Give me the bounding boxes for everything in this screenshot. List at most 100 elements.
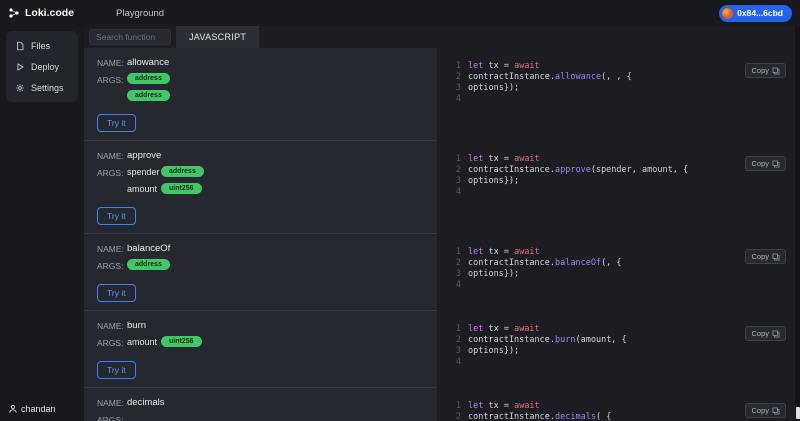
sidebar-item-settings[interactable]: Settings — [9, 77, 75, 98]
try-it-button[interactable]: Try it — [97, 114, 136, 132]
copy-label: Copy — [751, 406, 769, 415]
function-details: NAME: allowance ARGS: address address Try it — [84, 48, 437, 141]
try-it-button[interactable]: Try it — [97, 284, 136, 302]
app-header: Loki.code Playground 0x84...6cbd — [0, 0, 800, 26]
try-it-button[interactable]: Try it — [97, 361, 136, 379]
user-info[interactable]: chandan — [8, 404, 56, 414]
function-details: NAME: burn ARGS: amount uint256 Try it — [84, 311, 437, 388]
code-snippet: 1 let tx = await 2 contractInstance.approve… — [451, 154, 795, 198]
name-label: NAME: — [97, 398, 124, 408]
tab-javascript[interactable]: JAVASCRIPT — [176, 26, 260, 48]
line-number: 2 — [455, 72, 461, 82]
main-topbar: JAVASCRIPT — [84, 26, 795, 48]
line-number: 1 — [455, 324, 461, 334]
wallet-address-button[interactable]: 0x84...6cbd — [719, 4, 792, 22]
copy-label: Copy — [751, 159, 769, 168]
code-line: 4 — [451, 280, 795, 291]
function-details: NAME: approve ARGS: spender address amount uin… — [84, 141, 437, 234]
arg-row: address — [127, 259, 170, 270]
function-row: NAME:decimalsARGS:Try it1let tx = await2… — [84, 388, 795, 421]
name-label: NAME: — [97, 151, 124, 161]
line-number: 2 — [455, 165, 461, 175]
code-line: 2 contractInstance.balanceOf(, { — [451, 258, 795, 269]
code-line: 3 options}); — [451, 269, 795, 280]
logo-text: Loki.code — [25, 7, 75, 19]
code-panel-section: 1 let tx = await 2 contractInstance.balance… — [437, 234, 795, 311]
line-number: 4 — [455, 357, 461, 367]
function-name: decimals — [127, 397, 165, 408]
code-line: 1 let tx = await — [451, 247, 795, 258]
copy-icon — [772, 160, 780, 167]
arg-row: spender address — [127, 166, 204, 177]
copy-icon — [772, 407, 780, 414]
line-number: 3 — [455, 83, 461, 93]
tab-playground[interactable]: Playground — [116, 8, 164, 19]
scrollbar-thumb[interactable] — [795, 407, 800, 419]
sidebar-item-label: Files — [31, 40, 51, 51]
line-number: 2 — [455, 258, 461, 268]
line-number: 2 — [455, 412, 461, 421]
code-panel-section: 1 let tx = await 2 contractInstance.approve… — [437, 141, 795, 234]
args-label: ARGS: — [97, 415, 124, 421]
code-panel-section: 1 let tx = await 2 contractInstance.burn(am… — [437, 311, 795, 388]
gear-icon — [14, 82, 25, 93]
code-line: 1 let tx = await — [451, 154, 795, 165]
code-snippet: 1 let tx = await 2 contractInstance.decimal… — [451, 401, 795, 421]
copy-icon — [772, 330, 780, 337]
main-panel: JAVASCRIPT NAME:allowanceARGS:addressadd… — [84, 26, 795, 421]
wallet-avatar — [722, 7, 734, 19]
code-snippet: 1 let tx = await 2 contractInstance.balance… — [451, 247, 795, 291]
sidebar-item-files[interactable]: Files — [9, 35, 75, 56]
file-icon — [14, 40, 25, 51]
code-line: 3 options}); — [451, 176, 795, 187]
deploy-icon — [14, 61, 25, 72]
copy-button[interactable]: Copy — [745, 249, 786, 264]
function-details: NAME: balanceOf ARGS: address Try it — [84, 234, 437, 311]
function-row: NAME: burn ARGS: amount uint256 Try it 1 let tx… — [84, 311, 795, 388]
search-input[interactable] — [89, 29, 171, 45]
copy-icon — [772, 67, 780, 74]
args-label: ARGS: — [97, 261, 124, 271]
copy-label: Copy — [751, 66, 769, 75]
line-number: 1 — [455, 61, 461, 71]
line-number: 3 — [455, 346, 461, 356]
line-number: 1 — [455, 401, 461, 411]
arg-row: amount uint256 — [127, 183, 204, 194]
arg-row: address — [127, 73, 170, 84]
code-line: 2 contractInstance.allowance(, , { — [451, 72, 795, 83]
function-row: NAME: balanceOf ARGS: address Try it 1 let tx … — [84, 234, 795, 311]
code-line: 4 — [451, 187, 795, 198]
function-name: allowance — [127, 57, 170, 68]
args-label: ARGS: — [97, 168, 124, 178]
copy-button[interactable]: Copy — [745, 326, 786, 341]
function-list: NAME: allowance ARGS: address address Try it 1… — [84, 48, 795, 421]
arg-row: address — [127, 90, 170, 101]
name-label: NAME: — [97, 244, 124, 254]
copy-button[interactable]: Copy — [745, 403, 786, 418]
function-details: NAME:decimalsARGS:Try it — [84, 388, 437, 421]
arg-type-pill: uint256 — [161, 183, 202, 194]
function-name: approve — [127, 150, 162, 161]
code-line: 1 let tx = await — [451, 401, 795, 412]
line-number: 4 — [455, 280, 461, 290]
copy-button[interactable]: Copy — [745, 156, 786, 171]
scrollbar-track[interactable] — [795, 26, 800, 421]
arg-type-pill: address — [127, 90, 170, 101]
try-it-button[interactable]: Try it — [97, 207, 136, 225]
line-number: 4 — [455, 94, 461, 104]
arg-type-pill: uint256 — [161, 336, 202, 347]
code-line: 3 options}); — [451, 83, 795, 94]
code-line: 2 contractInstance.burn(amount, { — [451, 335, 795, 346]
line-number: 2 — [455, 335, 461, 345]
username-label: chandan — [21, 404, 56, 414]
line-number: 1 — [455, 247, 461, 257]
copy-button[interactable]: Copy — [745, 63, 786, 78]
args-label: ARGS: — [97, 338, 124, 348]
arg-name-label: spender — [127, 166, 160, 177]
arg-row: amount uint256 — [127, 336, 202, 347]
sidebar-item-deploy[interactable]: Deploy — [9, 56, 75, 77]
sidebar: Files Deploy Settings chandan — [0, 26, 84, 421]
copy-label: Copy — [751, 329, 769, 338]
sidebar-item-label: Settings — [31, 82, 64, 93]
args-label: ARGS: — [97, 75, 124, 85]
